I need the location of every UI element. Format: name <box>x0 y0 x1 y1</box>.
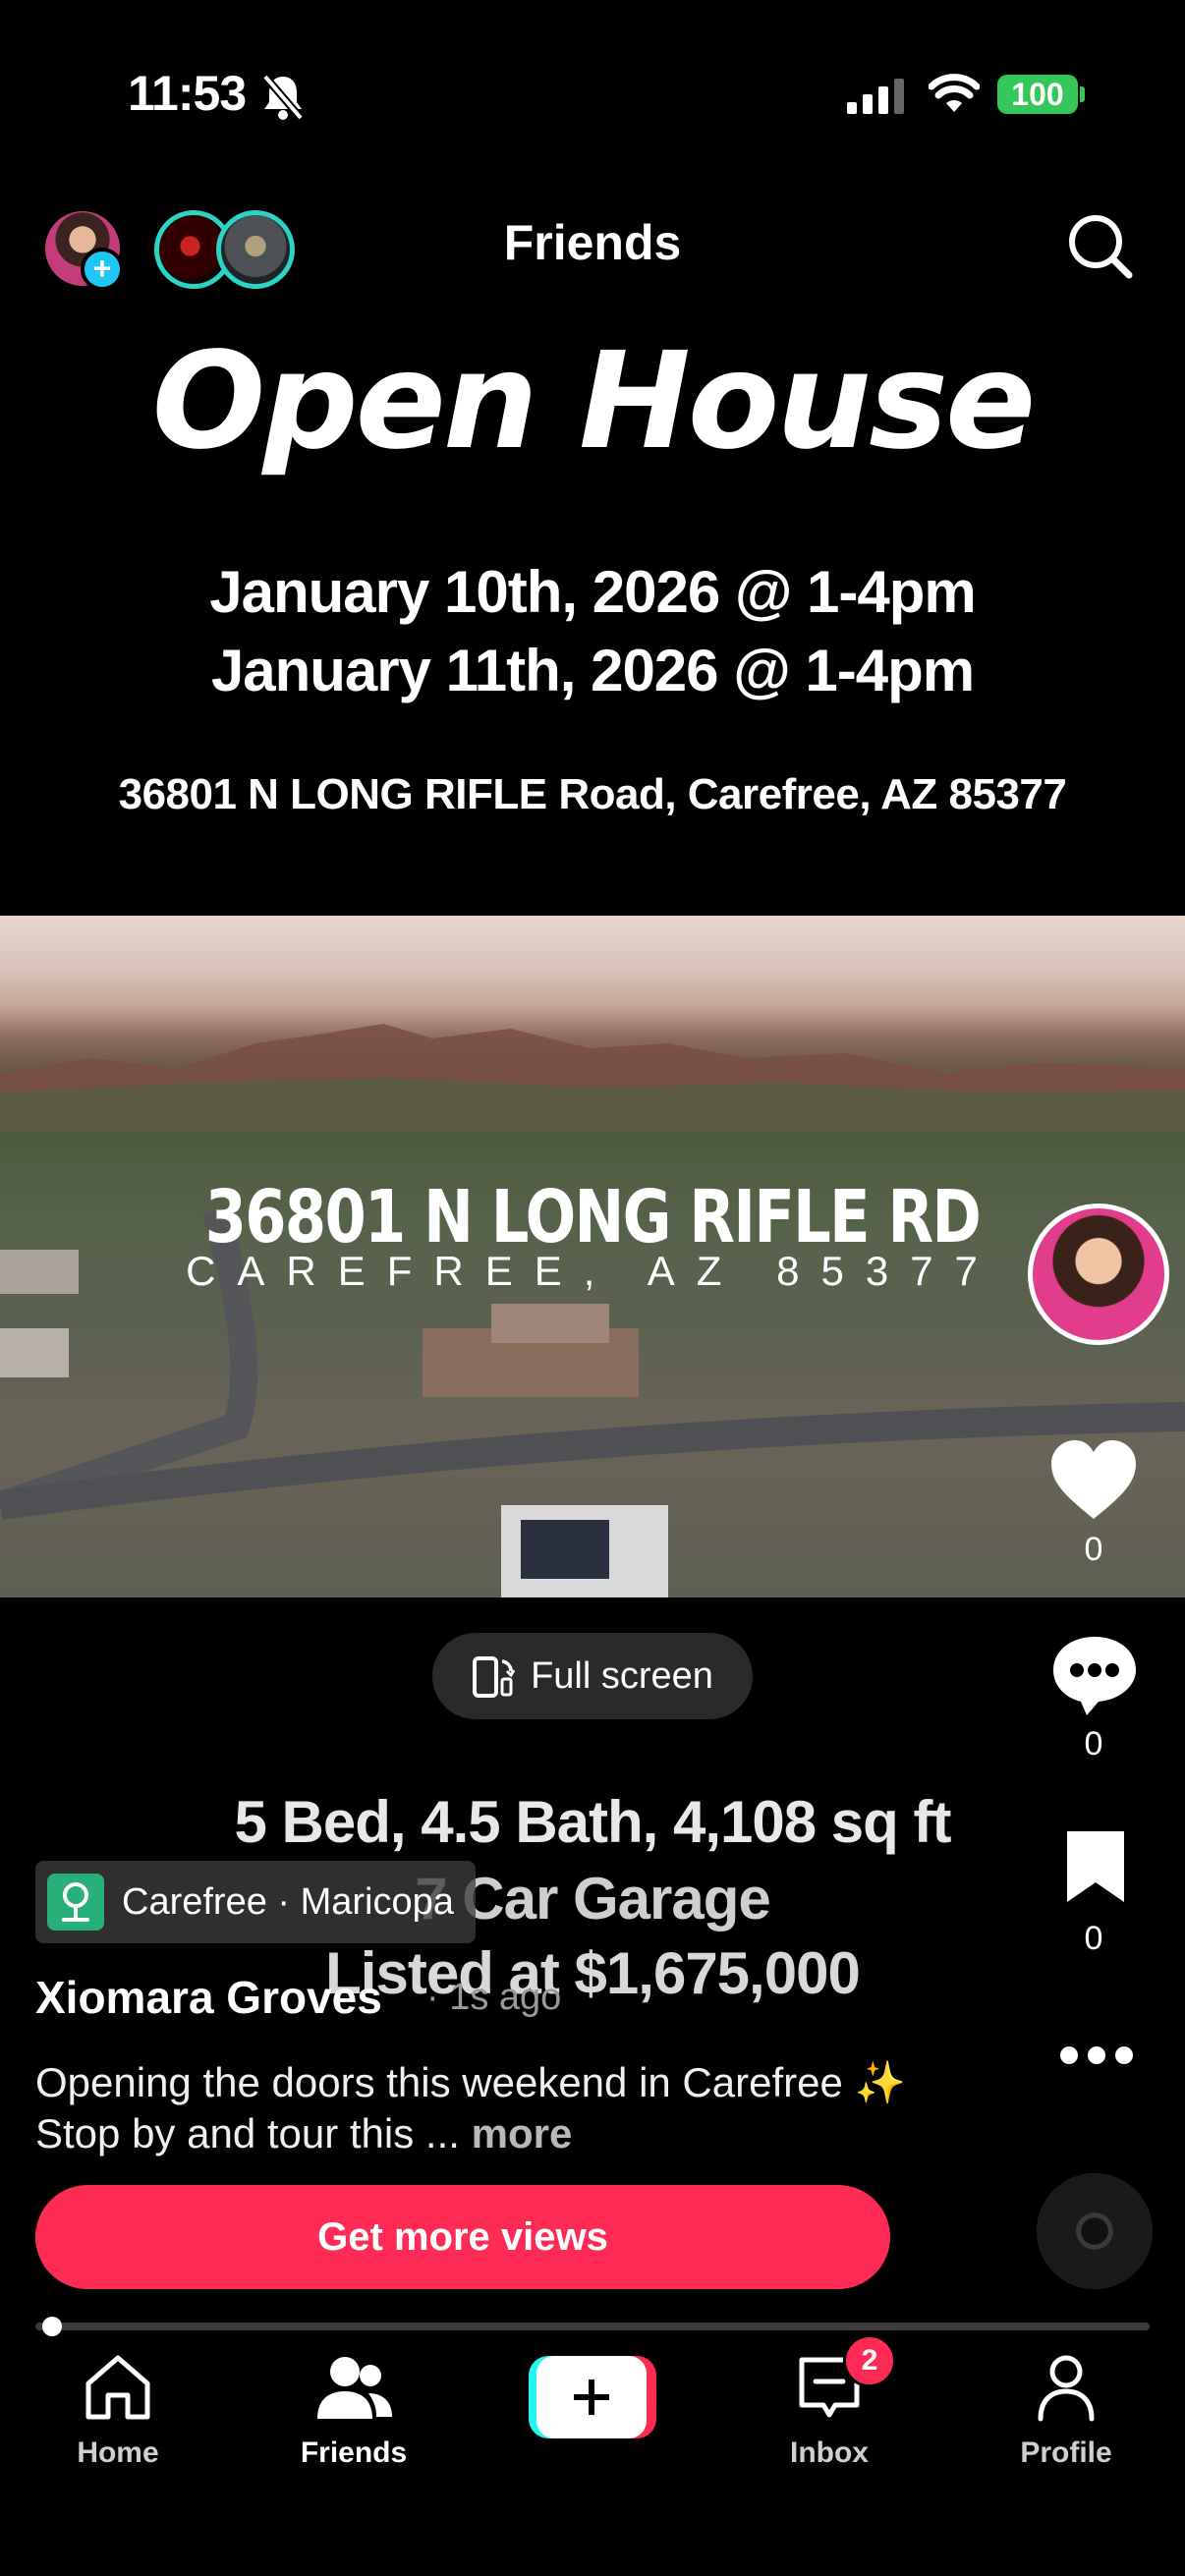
video-progress-bar[interactable] <box>35 2323 1150 2330</box>
open-house-date: January 10th, 2026 @ 1-4pm <box>209 559 977 625</box>
page-title[interactable]: Friends <box>0 214 1185 271</box>
battery-indicator: 100 <box>997 75 1078 114</box>
full-screen-button[interactable]: Full screen <box>432 1633 753 1719</box>
location-pin-icon <box>47 1874 104 1931</box>
location-label: Carefree · Maricopa <box>122 1880 454 1923</box>
comment-count: 0 <box>1084 1725 1103 1763</box>
battery-tip <box>1080 86 1085 102</box>
video-spec-text: 5 Bed, 4.5 Bath, 4,108 sq ft <box>234 1789 952 1855</box>
bell-off-icon <box>260 73 306 127</box>
like-heart-icon[interactable] <box>1047 1436 1140 1530</box>
music-disc-icon[interactable] <box>1037 2173 1153 2289</box>
plus-icon <box>529 2356 656 2438</box>
creator-avatar[interactable] <box>1028 1204 1169 1345</box>
full-screen-label: Full screen <box>531 1654 713 1697</box>
search-icon[interactable] <box>1066 212 1135 286</box>
video-overlay-city: CAREFREE, AZ 85377 <box>186 1248 999 1294</box>
caption-more-link[interactable]: more <box>472 2110 573 2156</box>
location-chip[interactable]: Carefree · Maricopa <box>35 1861 476 1943</box>
tab-friends-label: Friends <box>300 2436 408 2469</box>
get-more-views-button[interactable]: Get more views <box>35 2185 890 2289</box>
cellular-signal-icon <box>847 79 906 119</box>
tab-friends[interactable]: Friends <box>255 2348 452 2469</box>
create-post-button[interactable] <box>529 2356 656 2438</box>
open-house-date: January 11th, 2026 @ 1-4pm <box>210 638 975 703</box>
tab-inbox[interactable]: Inbox <box>731 2348 928 2469</box>
open-house-title: Open House <box>151 324 1037 479</box>
tab-home[interactable]: Home <box>20 2348 216 2469</box>
tab-home-label: Home <box>77 2436 159 2469</box>
tab-profile-label: Profile <box>1020 2436 1112 2469</box>
post-timestamp: · 1s ago <box>426 1977 562 2018</box>
profile-icon <box>1038 2355 1095 2422</box>
wifi-icon <box>928 73 981 119</box>
tab-profile[interactable]: Profile <box>968 2348 1164 2469</box>
comment-bubble-icon[interactable] <box>1049 1631 1140 1724</box>
status-time: 11:53 <box>128 66 247 121</box>
tab-inbox-label: Inbox <box>790 2436 869 2469</box>
post-caption[interactable]: Opening the doors this weekend in Carefr… <box>35 2057 920 2159</box>
rotate-phone-icon <box>473 1656 516 1698</box>
creator-name[interactable]: Xiomara Groves <box>35 1971 382 2024</box>
open-house-address: 36801 N LONG RIFLE Road, Carefree, AZ 85… <box>118 770 1067 818</box>
friends-icon <box>317 2357 392 2419</box>
video-progress-handle[interactable] <box>42 2317 63 2336</box>
more-options-icon[interactable] <box>1057 2044 1136 2072</box>
home-icon <box>85 2355 150 2420</box>
like-count: 0 <box>1084 1531 1103 1568</box>
inbox-notification-badge: 2 <box>843 2334 896 2387</box>
